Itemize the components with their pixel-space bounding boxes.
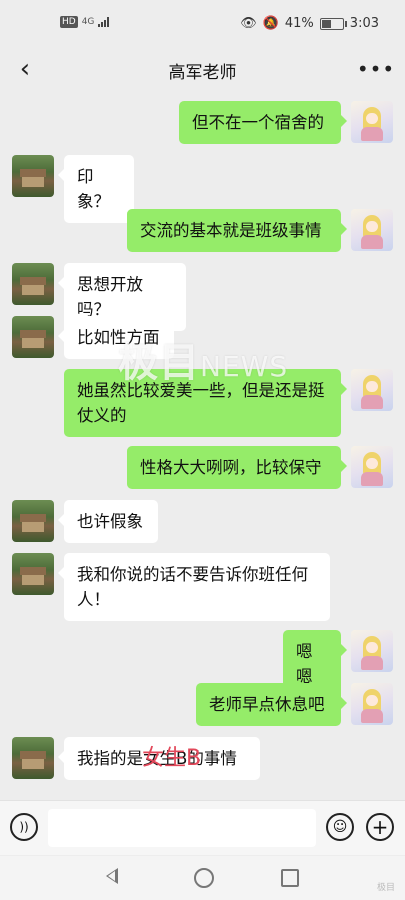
- message-bubble[interactable]: 比如性方面: [58, 316, 174, 359]
- chat-title: 高军老师: [168, 63, 237, 83]
- corner-mark: 极目: [376, 883, 395, 893]
- teacher-avatar[interactable]: [12, 553, 54, 595]
- teacher-avatar[interactable]: [12, 155, 54, 197]
- network-type: 4G: [81, 17, 95, 27]
- message-bubble[interactable]: 交流的基本就是班级事情: [127, 209, 347, 252]
- my-avatar[interactable]: [351, 101, 393, 143]
- my-avatar[interactable]: [351, 209, 393, 251]
- emoji-icon[interactable]: ☺: [326, 813, 354, 841]
- my-avatar[interactable]: [351, 683, 393, 725]
- message-bubble[interactable]: 但不在一个宿舍的: [179, 101, 347, 144]
- status-bar: HD 4G 👁 🔕 41% 3:03: [0, 0, 405, 48]
- message-bubble[interactable]: 我指的是女生B的事情: [58, 737, 260, 780]
- teacher-avatar[interactable]: [12, 737, 54, 779]
- teacher-avatar[interactable]: [12, 263, 54, 305]
- my-avatar[interactable]: [351, 446, 393, 488]
- nav-recent-apps-icon[interactable]: [281, 869, 299, 887]
- message-input[interactable]: [48, 809, 316, 847]
- nav-home-icon[interactable]: [194, 868, 214, 888]
- hd-badge: HD: [60, 16, 78, 28]
- message-bubble[interactable]: 她虽然比较爱美一些，但是还是挺仗义的: [64, 369, 347, 437]
- input-bar: )) ☺ +: [0, 800, 405, 855]
- voice-icon[interactable]: )): [10, 813, 38, 841]
- chat-header: ‹ 高军老师 •••: [0, 48, 405, 90]
- system-nav-bar: 极目: [0, 856, 405, 900]
- teacher-avatar[interactable]: [12, 500, 54, 542]
- more-options-icon[interactable]: •••: [357, 54, 394, 84]
- teacher-avatar[interactable]: [12, 316, 54, 358]
- signal-icon: [98, 17, 110, 27]
- battery-percent: 41%: [284, 16, 314, 31]
- clock: 3:03: [349, 16, 379, 31]
- message-bubble[interactable]: 性格大大咧咧，比较保守: [127, 446, 347, 489]
- my-avatar[interactable]: [351, 630, 393, 672]
- message-bubble[interactable]: 我和你说的话不要告诉你班任何人！: [58, 553, 330, 621]
- mute-icon: 🔕: [262, 16, 279, 31]
- message-bubble[interactable]: 也许假象: [58, 500, 158, 543]
- battery-icon: [319, 17, 347, 30]
- nav-back-icon[interactable]: [106, 868, 118, 884]
- plus-icon[interactable]: +: [366, 813, 394, 841]
- eye-icon: 👁: [240, 16, 257, 31]
- message-bubble[interactable]: 印象？: [58, 155, 134, 223]
- my-avatar[interactable]: [351, 369, 393, 411]
- message-bubble[interactable]: 老师早点休息吧: [196, 683, 347, 726]
